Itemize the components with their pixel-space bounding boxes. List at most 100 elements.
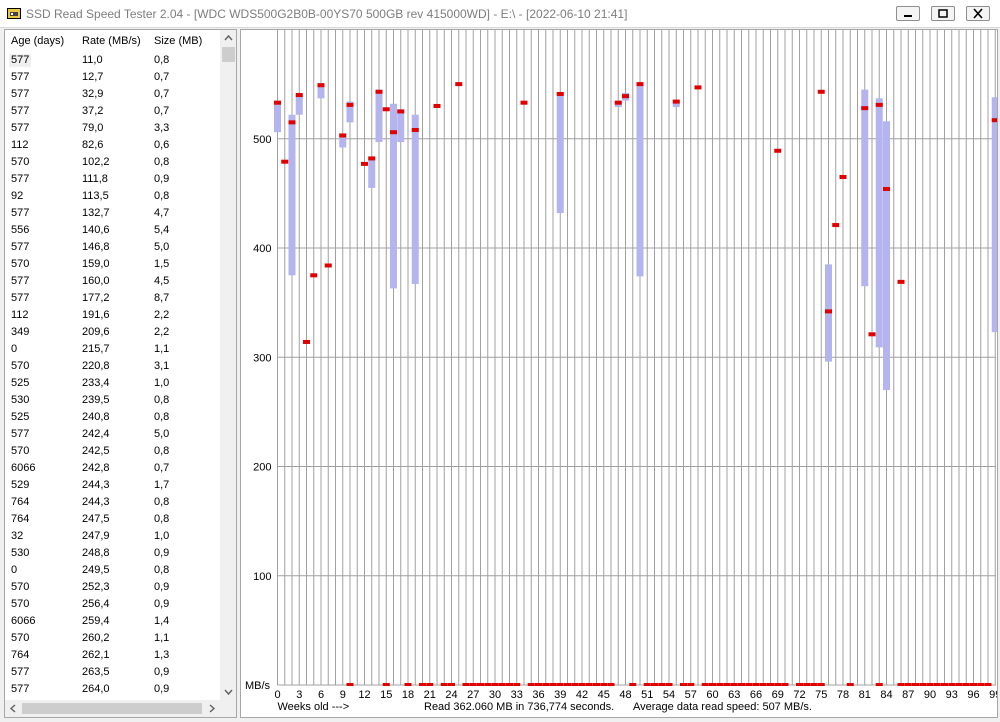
table-row[interactable]: 525 233,4 1,0 <box>5 375 219 392</box>
cell-rate: 259,4 <box>82 615 110 627</box>
zero-marker <box>897 683 905 686</box>
cell-size: 0,9 <box>154 547 170 559</box>
table-row[interactable]: 577 160,0 4,5 <box>5 273 219 290</box>
cell-size: 1,3 <box>154 649 170 661</box>
cell-age: 577 <box>11 71 30 83</box>
table-row[interactable]: 570 260,2 1,1 <box>5 630 219 647</box>
table-row[interactable]: 112 191,6 2,2 <box>5 307 219 324</box>
table-row[interactable]: 577 111,8 0,9 <box>5 171 219 188</box>
median-marker <box>281 159 289 164</box>
cell-size: 1,5 <box>154 258 170 270</box>
minimize-button[interactable] <box>896 6 920 21</box>
cell-age: 764 <box>11 513 30 525</box>
close-button[interactable] <box>966 6 990 21</box>
table-row[interactable]: 577 132,7 4,7 <box>5 205 219 222</box>
table-row[interactable]: 6066 259,4 1,4 <box>5 613 219 630</box>
column-header-rate[interactable]: Rate (MB/s) <box>82 30 141 52</box>
range-bar <box>411 114 419 285</box>
table-row[interactable]: 92 113,5 0,8 <box>5 188 219 205</box>
zero-marker <box>803 683 811 686</box>
cell-rate: 220,8 <box>82 360 110 372</box>
table-row[interactable]: 577 177,2 8,7 <box>5 290 219 307</box>
cell-rate: 79,0 <box>82 122 104 134</box>
horizontal-scrollbar[interactable] <box>5 700 220 717</box>
cell-rate: 256,4 <box>82 598 110 610</box>
table-row[interactable]: 764 244,3 0,8 <box>5 494 219 511</box>
cell-size: 1,1 <box>154 343 170 355</box>
table-row[interactable]: 570 242,5 0,8 <box>5 443 219 460</box>
cell-rate: 82,6 <box>82 139 104 151</box>
median-marker <box>455 82 463 87</box>
table-row[interactable]: 577 37,2 0,7 <box>5 103 219 120</box>
zero-marker <box>527 683 535 686</box>
zero-marker <box>723 683 731 686</box>
maximize-button[interactable] <box>931 6 955 21</box>
zero-marker <box>716 683 724 686</box>
zero-marker <box>926 683 934 686</box>
column-header-size[interactable]: Size (MB) <box>154 30 202 52</box>
zero-marker <box>875 683 883 686</box>
zero-marker <box>709 683 716 686</box>
cell-age: 556 <box>11 224 30 236</box>
cell-size: 0,8 <box>154 54 170 66</box>
x-tick-label: 99 <box>989 689 997 701</box>
table-row[interactable]: 577 12,7 0,7 <box>5 69 219 86</box>
table-row[interactable]: 570 220,8 3,1 <box>5 358 219 375</box>
x-tick-label: 3 <box>296 689 302 701</box>
zero-marker <box>498 683 506 686</box>
range-bar <box>288 114 296 276</box>
table-row[interactable]: 577 146,8 5,0 <box>5 239 219 256</box>
table-row[interactable]: 577 79,0 3,3 <box>5 120 219 137</box>
window-title: SSD Read Speed Tester 2.04 - [WDC WDS500… <box>26 7 628 21</box>
median-marker <box>556 91 564 96</box>
cell-size: 8,7 <box>154 292 170 304</box>
y-tick-label: 300 <box>253 352 271 364</box>
cell-rate: 111,8 <box>82 173 108 185</box>
table-row[interactable]: 570 256,4 0,9 <box>5 596 219 613</box>
range-bar <box>861 89 869 287</box>
cell-age: 570 <box>11 360 30 372</box>
table-row[interactable]: 0 215,7 1,1 <box>5 341 219 358</box>
range-bar <box>556 92 564 214</box>
median-marker <box>375 89 383 94</box>
table-row[interactable]: 577 32,9 0,7 <box>5 86 219 103</box>
cell-size: 5,0 <box>154 241 170 253</box>
cell-size: 1,0 <box>154 377 170 389</box>
zero-marker <box>970 683 977 686</box>
table-row[interactable]: 570 159,0 1,5 <box>5 256 219 273</box>
zero-marker <box>513 683 521 686</box>
median-marker <box>324 263 332 268</box>
table-row[interactable]: 577 264,0 0,9 <box>5 681 219 698</box>
table-row[interactable]: 112 82,6 0,6 <box>5 137 219 154</box>
table-row[interactable]: 577 11,0 0,8 <box>5 52 219 69</box>
table-row[interactable]: 32 247,9 1,0 <box>5 528 219 545</box>
table-row[interactable]: 577 263,5 0,9 <box>5 664 219 681</box>
measurement-list[interactable]: Age (days) Rate (MB/s) Size (MB) 577 11,0… <box>4 29 237 718</box>
cell-age: 570 <box>11 258 30 270</box>
column-header-age[interactable]: Age (days) <box>11 30 64 52</box>
cell-age: 525 <box>11 411 30 423</box>
zero-marker <box>484 683 492 686</box>
cell-age: 0 <box>11 564 18 576</box>
table-row[interactable]: 530 239,5 0,8 <box>5 392 219 409</box>
cell-rate: 102,2 <box>82 156 110 168</box>
table-row[interactable]: 530 248,8 0,9 <box>5 545 219 562</box>
median-marker <box>339 133 347 138</box>
table-row[interactable]: 525 240,8 0,8 <box>5 409 219 426</box>
median-marker <box>433 103 441 108</box>
table-row[interactable]: 6066 242,8 0,7 <box>5 460 219 477</box>
table-row[interactable]: 764 247,5 0,8 <box>5 511 219 528</box>
cell-size: 5,4 <box>154 224 170 236</box>
x-tick-label: 36 <box>532 689 544 701</box>
table-row[interactable]: 0 249,5 0,8 <box>5 562 219 579</box>
table-row[interactable]: 556 140,6 5,4 <box>5 222 219 239</box>
close-icon <box>973 8 983 19</box>
table-row[interactable]: 577 242,4 5,0 <box>5 426 219 443</box>
x-tick-label: 15 <box>380 689 392 701</box>
table-row[interactable]: 570 102,2 0,8 <box>5 154 219 171</box>
table-row[interactable]: 349 209,6 2,2 <box>5 324 219 341</box>
vertical-scrollbar[interactable] <box>220 30 236 700</box>
table-row[interactable]: 764 262,1 1,3 <box>5 647 219 664</box>
table-row[interactable]: 570 252,3 0,9 <box>5 579 219 596</box>
table-row[interactable]: 529 244,3 1,7 <box>5 477 219 494</box>
